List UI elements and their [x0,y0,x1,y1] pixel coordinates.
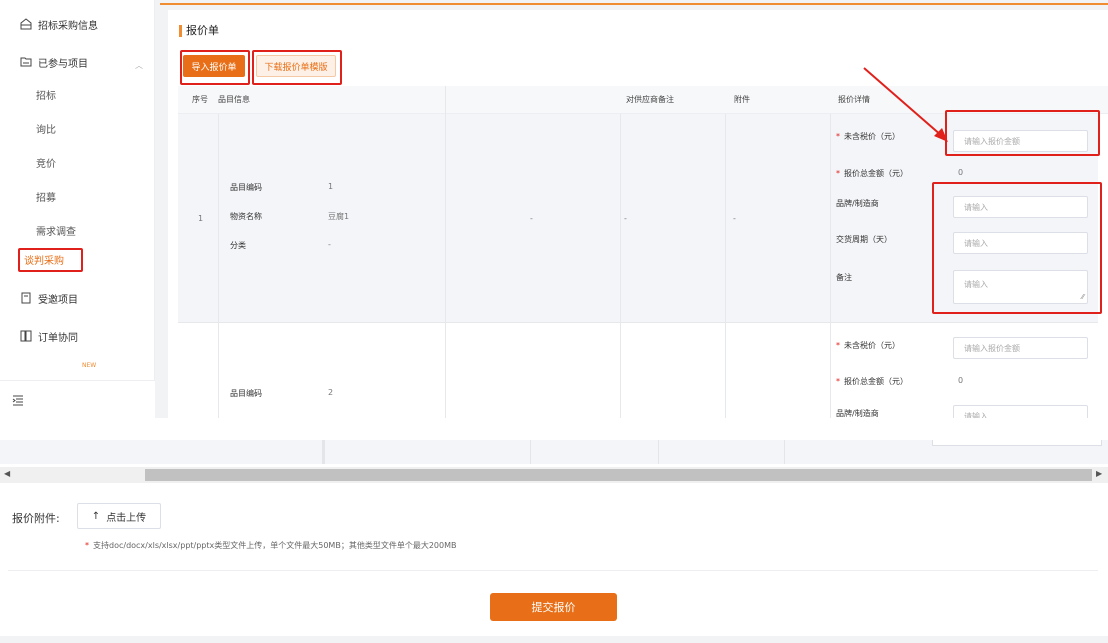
invite-icon [20,292,32,304]
sidebar-footer [0,380,155,418]
sidebar-item-invited[interactable]: 受邀项目 [0,280,155,316]
remark-label: 备注 [836,273,852,282]
highlight-box [932,182,1102,314]
cell-empty: - [733,214,736,223]
sidebar-item-label: 受邀项目 [38,294,78,306]
table-footer-strip [0,440,1108,464]
total-value: 0 [958,168,964,177]
header-attachment: 附件 [734,95,750,104]
sidebar-sub-item[interactable]: 需求调查 [36,223,76,243]
page-bottom [0,636,1108,643]
item-code-label: 品目编码 [230,183,262,192]
header-index: 序号 [192,95,208,104]
highlight-box [945,110,1100,156]
sidebar-sub-item[interactable]: 询比 [36,121,56,141]
title-accent [179,25,182,37]
price-label: * 未含税价（元） [836,341,900,350]
attachment-label: 报价附件: [12,512,60,525]
highlight-box [18,248,83,272]
category-label: 分类 [230,241,246,250]
scroll-right-icon[interactable]: ▶ [1096,469,1102,478]
main-content: 报价单 导入报价单 下载报价单模版 序号 品目信息 对供应商备注 附件 报价详情 [168,10,1108,418]
item-code-value: 2 [328,388,334,397]
row-index: 1 [198,214,204,223]
folder-icon [20,56,32,68]
divider [8,570,1098,571]
horizontal-scrollbar[interactable]: ◀ ▶ [0,467,1108,483]
annotation-arrow-icon [863,67,948,142]
building-icon [20,18,32,30]
document-icon [20,330,32,342]
sidebar-sub-item[interactable]: 招募 [36,189,56,209]
column-divider [218,114,219,418]
header-item-info: 品目信息 [218,95,250,104]
brand-label: 品牌/制造商 [836,199,879,208]
cell-empty: - [530,214,533,223]
scrollbar-thumb[interactable] [145,469,1092,481]
brand-input[interactable]: 请输入 [953,405,1088,418]
highlight-box [252,50,342,85]
row-divider [178,322,1098,323]
header-supplier-note: 对供应商备注 [626,95,674,104]
sidebar-item-label: 招标采购信息 [38,20,98,32]
app-window: 招标采购信息 已参与项目 ︿ 招标 询比 竞价 招募 需求调查 谈判采购 受邀项… [0,0,1108,418]
total-label: * 报价总金额（元） [836,377,908,386]
sidebar-sub-item[interactable]: 招标 [36,87,56,107]
collapse-menu-icon[interactable] [12,391,24,410]
sidebar: 招标采购信息 已参与项目 ︿ 招标 询比 竞价 招募 需求调查 谈判采购 受邀项… [0,0,155,418]
upload-hint: * 支持doc/docx/xls/xlsx/ppt/pptx类型文件上传，单个文件… [85,541,457,550]
sidebar-item-order[interactable]: 订单协同 [0,318,155,354]
category-value: - [328,240,331,249]
material-name-value: 豆腐1 [328,212,350,221]
upload-button[interactable]: ↑ 点击上传 [77,503,161,529]
sidebar-item-bidding-info[interactable]: 招标采购信息 [0,6,155,42]
column-divider [620,114,621,418]
column-divider [445,86,446,418]
column-divider [830,114,831,418]
sidebar-item-participated[interactable]: 已参与项目 [0,44,155,80]
brand-label: 品牌/制造商 [836,409,879,418]
highlight-box [180,50,250,85]
sidebar-sub-item[interactable]: 竞价 [36,155,56,175]
material-name-label: 物资名称 [230,212,262,221]
upload-icon: ↑ [91,510,101,522]
page-title: 报价单 [186,24,219,37]
price-input[interactable]: 请输入报价金额 [953,337,1088,359]
sidebar-item-label: 已参与项目 [38,58,88,70]
column-divider [725,114,726,418]
top-accent-line [160,3,1108,5]
chevron-up-icon[interactable]: ︿ [135,60,143,71]
submit-quote-button[interactable]: 提交报价 [490,593,617,621]
item-code-label: 品目编码 [230,389,262,398]
delivery-label: 交货周期（天） [836,235,892,244]
upload-label: 点击上传 [106,512,147,524]
total-value: 0 [958,376,964,385]
sidebar-item-label: 订单协同 [38,332,78,344]
new-badge: NEW [82,362,97,369]
total-label: * 报价总金额（元） [836,169,908,178]
item-code-value: 1 [328,182,334,191]
cell-empty: - [624,214,627,223]
scroll-left-icon[interactable]: ◀ [4,469,10,478]
